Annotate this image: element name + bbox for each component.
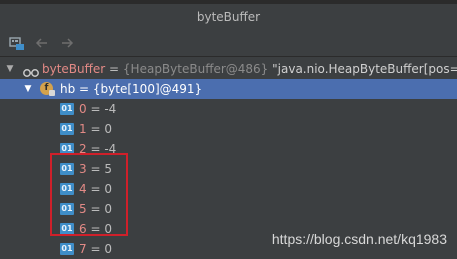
window-title: byteBuffer: [0, 4, 457, 30]
variable-name: byteBuffer: [42, 62, 106, 76]
expand-toggle-icon[interactable]: ▼: [23, 79, 33, 99]
arrow-left-icon[interactable]: [34, 35, 50, 51]
watermark-text: https://blog.csdn.net/kq1983: [271, 231, 447, 247]
equals-sign: =: [75, 82, 93, 96]
arrow-right-icon[interactable]: [59, 35, 75, 51]
equals-sign: =: [86, 122, 105, 136]
object-tostring: "java.nio.HeapByteBuffer[pos=4 lin: [272, 62, 457, 76]
primitive-icon: 01: [60, 243, 74, 255]
array-index: 1: [79, 122, 87, 136]
array-item-row[interactable]: 01 0 = -4: [0, 99, 457, 119]
lock-icon: [49, 90, 55, 96]
debugger-variables-window: byteBuffer ▼ byteBuffer = {HeapByteBuffe…: [0, 0, 457, 259]
object-ref: {HeapByteBuffer@486}: [122, 62, 269, 76]
array-item-row[interactable]: 01 1 = 0: [0, 119, 457, 139]
array-index: 0: [79, 102, 87, 116]
field-ref: {byte[100]@491}: [92, 82, 203, 96]
tree-row-bytebuffer[interactable]: ▼ byteBuffer = {HeapByteBuffer@486} "jav…: [0, 59, 457, 79]
equals-sign: =: [86, 102, 105, 116]
variable-entry: byteBuffer = {HeapByteBuffer@486} "java.…: [42, 59, 457, 79]
toolbar: [0, 30, 457, 57]
equals-sign: =: [86, 242, 105, 256]
array-value: 0: [104, 122, 112, 136]
tree-row-hb[interactable]: ▼ f hb = {byte[100]@491}: [0, 79, 457, 99]
primitive-icon: 01: [60, 103, 74, 115]
array-item-text: 0 = -4: [79, 99, 116, 119]
field-entry: hb = {byte[100]@491}: [60, 79, 202, 99]
array-item-text: 1 = 0: [79, 119, 112, 139]
primitive-icon: 01: [60, 123, 74, 135]
highlight-annotation-box: [50, 153, 128, 236]
equals-sign: =: [105, 62, 123, 76]
expand-toggle-icon[interactable]: ▼: [5, 59, 15, 79]
field-name: hb: [60, 82, 76, 96]
tree-view-icon[interactable]: [9, 35, 25, 51]
array-index: 7: [79, 242, 87, 256]
array-value: -4: [104, 102, 117, 116]
array-value: 0: [104, 242, 112, 256]
watch-glasses-icon: [23, 64, 39, 77]
variables-tree: ▼ byteBuffer = {HeapByteBuffer@486} "jav…: [0, 57, 457, 259]
array-item-text: 7 = 0: [79, 239, 112, 259]
